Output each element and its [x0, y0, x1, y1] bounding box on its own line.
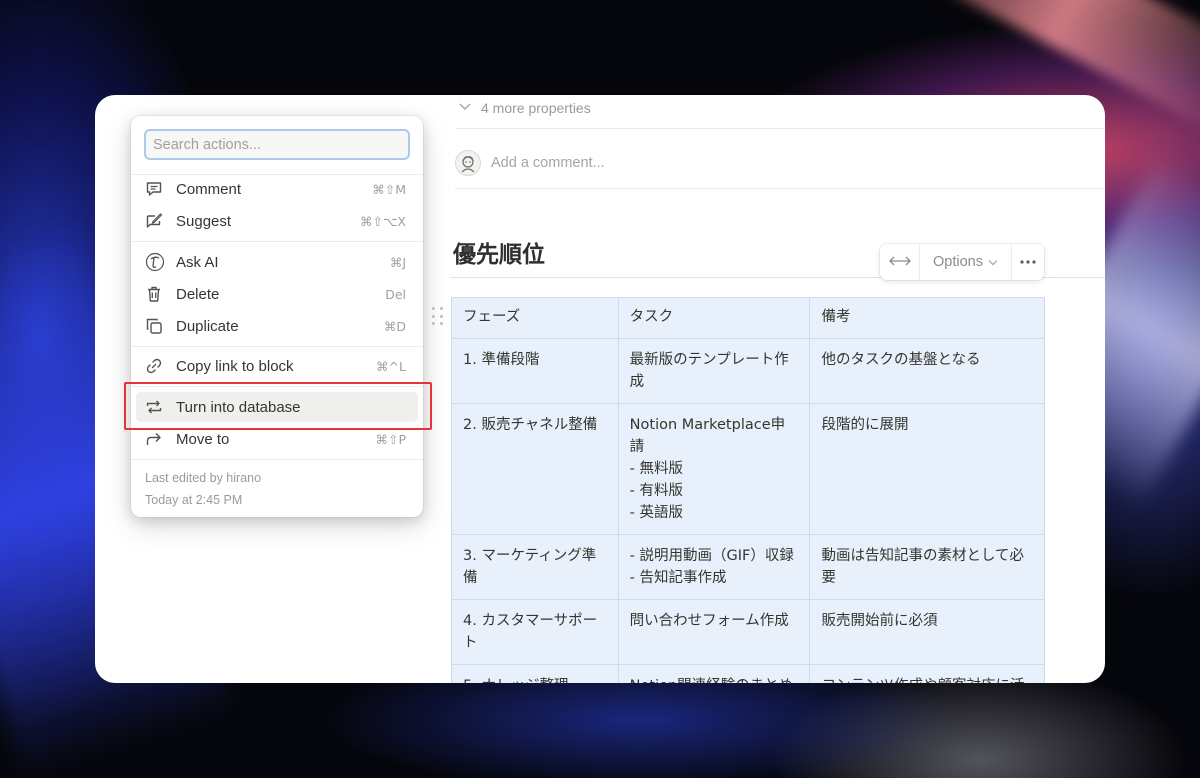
table-toolbar: Options: [880, 244, 1044, 280]
table-row: 2. 販売チャネル整備 Notion Marketplace申請 - 無料版 - …: [451, 403, 1045, 535]
menu-item-shortcut: ⌘D: [383, 318, 406, 334]
menu-item-move-to[interactable]: Move to ⌘⇧P: [136, 424, 418, 454]
more-properties-toggle[interactable]: 4 more properties: [455, 95, 1105, 129]
table-cell[interactable]: コンテンツ作成や顧客対応に活用: [809, 664, 1045, 683]
menu-item-comment[interactable]: Comment ⌘⇧M: [136, 174, 418, 204]
table-row: 4. カスタマーサポート 問い合わせフォーム作成 販売開始前に必須: [451, 599, 1045, 665]
menu-item-shortcut: Del: [385, 286, 406, 302]
menu-item-shortcut: ⌘J: [389, 254, 406, 270]
table-cell[interactable]: 販売開始前に必須: [809, 599, 1045, 665]
table-cell[interactable]: 動画は告知記事の素材として必要: [809, 534, 1045, 600]
menu-item-label: Ask AI: [176, 253, 219, 271]
menu-item-ask-ai[interactable]: Ask AI ⌘J: [136, 247, 418, 277]
menu-item-duplicate[interactable]: Duplicate ⌘D: [136, 311, 418, 341]
table-row: 3. マーケティング準備 - 説明用動画（GIF）収録 - 告知記事作成 動画は告知…: [451, 534, 1045, 600]
table-cell[interactable]: 備考: [809, 297, 1045, 339]
table-cell[interactable]: 4. カスタマーサポート: [451, 599, 619, 665]
table-cell[interactable]: 段階的に展開: [809, 403, 1045, 535]
table-cell[interactable]: 3. マーケティング準備: [451, 534, 619, 600]
move-arrow-icon: [145, 430, 175, 448]
comment-icon: [145, 180, 175, 198]
menu-item-shortcut: ⌘⇧M: [372, 181, 406, 197]
more-dots-icon[interactable]: [1012, 244, 1044, 280]
menu-item-label: Move to: [176, 430, 230, 448]
table-cell[interactable]: フェーズ: [451, 297, 619, 339]
last-edited-by: Last edited by hirano: [145, 471, 262, 485]
turn-into-icon: [145, 398, 175, 416]
menu-item-label: Delete: [176, 285, 220, 303]
table-cell[interactable]: 問い合わせフォーム作成: [617, 599, 811, 665]
menu-divider: [131, 459, 423, 460]
menu-divider: [131, 386, 423, 387]
menu-item-label: Suggest: [176, 212, 232, 230]
arrows-horizontal-icon: [888, 254, 911, 270]
menu-item-turn-into-database[interactable]: Turn into database: [136, 392, 418, 422]
chevron-down-icon: [457, 101, 473, 115]
ai-icon: [145, 252, 175, 272]
table-row: 1. 準備段階 最新版のテンプレート作成 他のタスクの基盤となる: [451, 338, 1045, 404]
table-cell[interactable]: 他のタスクの基盤となる: [809, 338, 1045, 404]
menu-item-delete[interactable]: Delete Del: [136, 279, 418, 309]
resize-table-button[interactable]: [880, 244, 920, 280]
add-comment-row[interactable]: Add a comment...: [455, 137, 1105, 189]
options-label: Options: [933, 254, 983, 270]
menu-item-shortcut: ⌘^L: [376, 358, 406, 374]
block-action-menu: Comment ⌘⇧M Suggest ⌘⇧⌥X Ask AI ⌘J Delet…: [131, 116, 423, 517]
table-cell[interactable]: Notion Marketplace申請 - 無料版 - 有料版 - 英語版: [617, 403, 811, 535]
menu-item-copy-link[interactable]: Copy link to block ⌘^L: [136, 351, 418, 381]
menu-item-label: Duplicate: [176, 317, 239, 335]
chevron-down-icon: [988, 254, 998, 270]
table-cell[interactable]: Notion関連経験のまとめ: [617, 664, 811, 683]
menu-item-label: Turn into database: [176, 398, 301, 416]
duplicate-icon: [145, 317, 175, 335]
menu-item-shortcut: ⌘⇧⌥X: [360, 213, 406, 229]
suggest-icon: [145, 212, 175, 230]
section-heading: 優先順位: [453, 242, 545, 268]
table-header-row: フェーズ タスク 備考: [451, 297, 1045, 339]
menu-item-suggest[interactable]: Suggest ⌘⇧⌥X: [136, 206, 418, 236]
table-row: 5. ナレッジ整理Notion関連経験のまとめコンテンツ作成や顧客対応に活用: [451, 664, 1045, 683]
menu-item-shortcut: ⌘⇧P: [375, 431, 406, 447]
menu-item-label: Copy link to block: [176, 357, 294, 375]
options-button[interactable]: Options: [920, 244, 1012, 280]
last-edited-time: Today at 2:45 PM: [145, 493, 243, 507]
table-cell[interactable]: 最新版のテンプレート作成: [617, 338, 811, 404]
comment-placeholder[interactable]: Add a comment...: [491, 155, 605, 171]
block-drag-handle-icon[interactable]: [432, 307, 444, 327]
table-cell[interactable]: 2. 販売チャネル整備: [451, 403, 619, 535]
more-properties-label: 4 more properties: [481, 99, 591, 116]
search-actions-input[interactable]: [144, 129, 410, 160]
priority-table: フェーズ タスク 備考 1. 準備段階 最新版のテンプレート作成 他のタスクの基盤となる 2…: [451, 297, 1045, 683]
menu-item-label: Comment: [176, 180, 242, 198]
table-cell[interactable]: 1. 準備段階: [451, 338, 619, 404]
table-cell[interactable]: タスク: [617, 297, 811, 339]
trash-icon: [145, 285, 175, 303]
menu-divider: [131, 346, 423, 347]
table-cell[interactable]: - 説明用動画（GIF）収録 - 告知記事作成: [617, 534, 811, 600]
table-cell[interactable]: 5. ナレッジ整理: [451, 664, 619, 683]
link-icon: [145, 357, 175, 375]
menu-divider: [131, 241, 423, 242]
avatar: [455, 149, 481, 176]
